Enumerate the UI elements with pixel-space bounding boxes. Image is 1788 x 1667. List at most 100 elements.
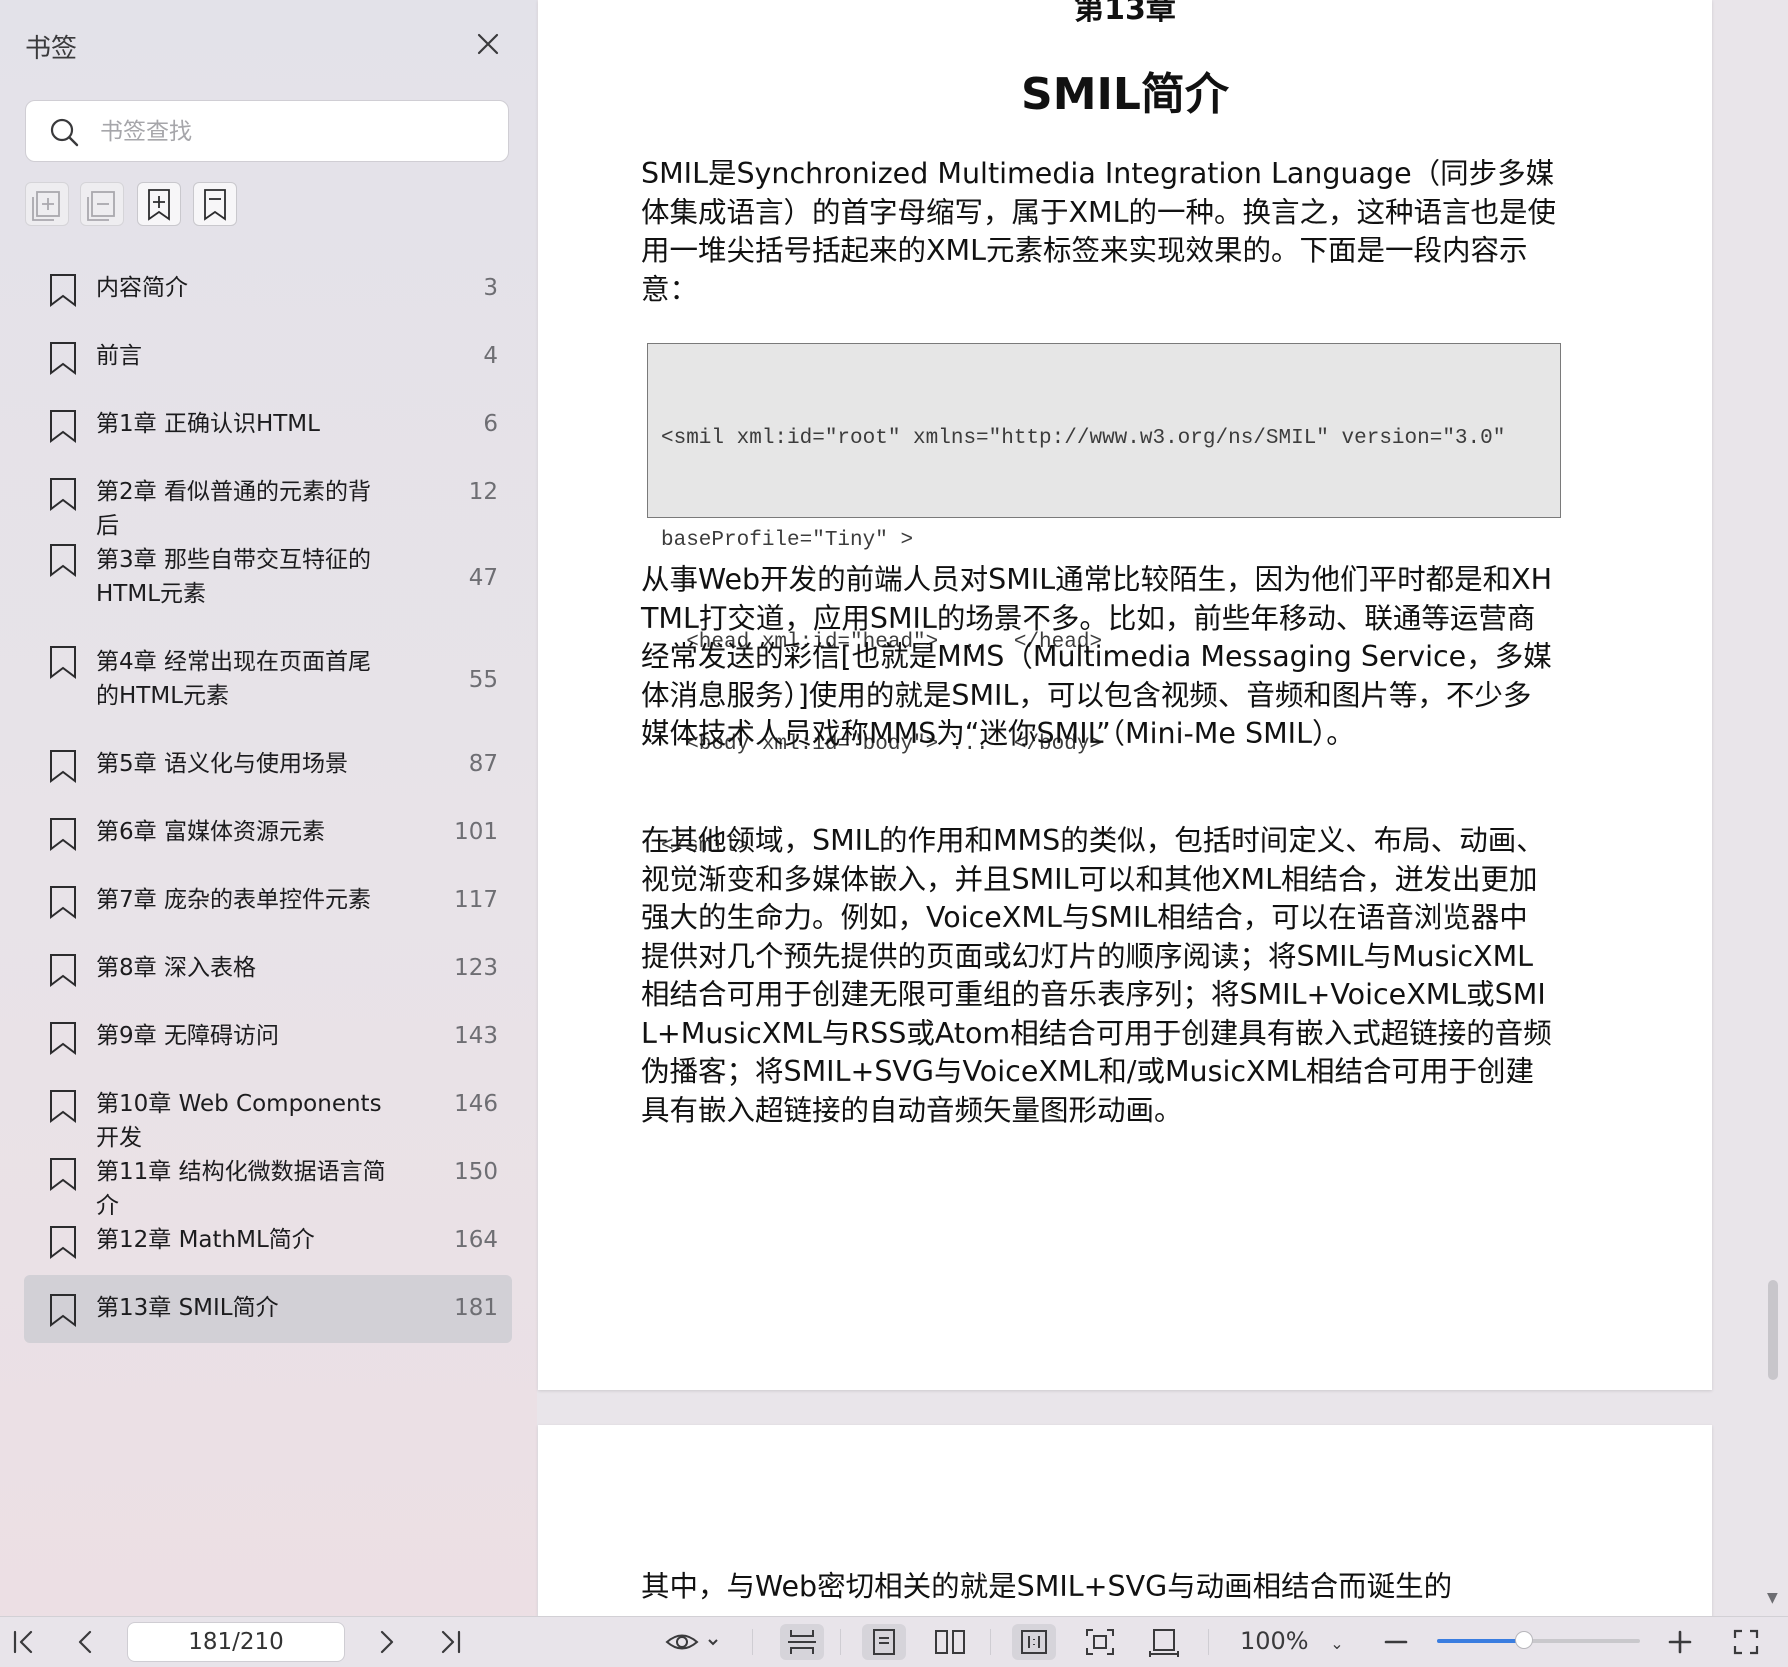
plus-icon	[1668, 1630, 1692, 1654]
bookmark-icon	[50, 646, 76, 679]
paragraph: 从事Web开发的前端人员对SMIL通常比较陌生，因为他们平时都是和XHTML打交…	[641, 563, 1553, 750]
bookmark-label: 内容简介	[96, 275, 188, 301]
bookmark-item[interactable]: 第6章 富媒体资源元素 101	[24, 799, 512, 867]
bookmark-item-active[interactable]: 第13章 SMIL简介 181	[24, 1275, 512, 1343]
bookmark-label: 第5章 语义化与使用场景	[96, 751, 348, 777]
bookmark-remove-icon	[204, 189, 226, 221]
paragraph: 在其他领域，SMIL的作用和MMS的类似，包括时间定义、布局、动画、视觉渐变和多…	[641, 824, 1552, 1127]
bookmark-label: 第13章 SMIL简介	[96, 1295, 279, 1321]
toolbar-divider	[990, 1629, 991, 1655]
bookmark-icon	[50, 274, 76, 307]
zoom-in-button[interactable]	[1662, 1624, 1698, 1660]
bookmark-item[interactable]: 第9章 无障碍访问 143	[24, 1003, 512, 1071]
bookmark-icon	[50, 544, 76, 577]
minus-icon	[1384, 1640, 1408, 1644]
bookmark-icon	[50, 750, 76, 783]
fit-page-button[interactable]	[1078, 1624, 1122, 1660]
bookmark-item[interactable]: 第2章 看似普通的元素的背后 12	[24, 459, 512, 539]
bookmark-page-number: 87	[468, 751, 498, 777]
eye-icon	[665, 1634, 718, 1650]
bookmark-page-number: 150	[454, 1159, 498, 1185]
bookmark-page-number: 6	[483, 411, 498, 437]
bookmark-page-number: 47	[468, 565, 498, 591]
actual-size-button[interactable]	[1012, 1624, 1056, 1660]
bookmark-page-number: 143	[454, 1023, 498, 1049]
bookmark-icon	[50, 954, 76, 987]
bookmark-label: 第7章 庞杂的表单控件元素	[96, 887, 371, 913]
bookmark-icon	[50, 478, 76, 511]
zoom-out-button[interactable]	[1378, 1624, 1414, 1660]
code-block: <smil xml:id="root" xmlns="http://www.w3…	[647, 343, 1561, 858]
paragraph: SMIL是Synchronized Multimedia Integration…	[641, 157, 1556, 306]
document-page: 第13章 SMIL简介 SMIL是Synchronized Multimedia…	[538, 0, 1712, 1390]
bookmark-label: 第12章 MathML简介	[96, 1227, 315, 1253]
page-number-input[interactable]	[127, 1622, 345, 1662]
bookmark-page-number: 101	[454, 819, 498, 845]
bookmark-item[interactable]: 前言 4	[24, 323, 512, 391]
actual-size-icon	[1021, 1630, 1047, 1654]
zoom-slider-fill	[1437, 1639, 1525, 1643]
close-icon	[477, 33, 499, 55]
last-page-button[interactable]	[432, 1624, 468, 1660]
expand-all-button[interactable]	[25, 182, 69, 226]
bookmark-search-input[interactable]	[98, 111, 492, 153]
code-line: <smil xml:id="root" xmlns="http://www.w3…	[661, 427, 1506, 450]
bookmark-label: 前言	[96, 343, 142, 369]
bookmark-icon	[50, 410, 76, 443]
view-mode-dropdown[interactable]	[664, 1624, 724, 1660]
fit-page-icon	[1086, 1629, 1114, 1655]
previous-page-button[interactable]	[68, 1624, 104, 1660]
bookmark-item[interactable]: 第4章 经常出现在页面首尾的HTML元素 55	[24, 629, 512, 731]
chevron-left-icon	[78, 1630, 92, 1654]
zoom-slider-handle[interactable]	[1515, 1631, 1534, 1649]
toolbar-divider	[752, 1629, 753, 1655]
bookmark-sidebar: 书签 书签查找 内容简介 3 前言 4 第1章 正确认识HTML 6 第2章 看…	[0, 0, 537, 1616]
close-sidebar-button[interactable]	[470, 26, 506, 62]
bookmark-item[interactable]: 第1章 正确认识HTML 6	[24, 391, 512, 459]
search-icon	[50, 118, 79, 147]
add-bookmark-button[interactable]	[137, 182, 181, 226]
bookmark-label: 第8章 深入表格	[96, 955, 256, 981]
bookmark-search-box[interactable]	[25, 100, 509, 162]
bookmark-item[interactable]: 第10章 Web Components开发 146	[24, 1071, 512, 1151]
bookmark-item[interactable]: 第7章 庞杂的表单控件元素 117	[24, 867, 512, 935]
bookmark-item[interactable]: 第11章 结构化微数据语言简介 150	[24, 1139, 512, 1219]
fit-width-button[interactable]	[1142, 1624, 1186, 1660]
bookmark-label: 第9章 无障碍访问	[96, 1023, 279, 1049]
bookmark-page-number: 146	[454, 1091, 498, 1117]
two-page-button[interactable]	[928, 1624, 972, 1660]
chevron-down-icon: ⌄	[1330, 1634, 1344, 1653]
chapter-title: SMIL简介	[1021, 69, 1229, 120]
bookmark-label: 第6章 富媒体资源元素	[96, 819, 325, 845]
code-line: baseProfile="Tiny" >	[661, 529, 914, 552]
scroll-down-arrow-icon[interactable]: ▼	[1767, 1590, 1778, 1606]
zoom-level-value: 100%	[1240, 1627, 1309, 1655]
bookmark-page-number: 123	[454, 955, 498, 981]
bookmark-page-number: 117	[454, 887, 498, 913]
bookmark-item[interactable]: 第5章 语义化与使用场景 87	[24, 731, 512, 799]
bookmark-add-icon	[148, 189, 170, 221]
bookmark-label: 第4章 经常出现在页面首尾的HTML元素	[96, 649, 371, 709]
bookmark-item[interactable]: 第12章 MathML简介 164	[24, 1207, 512, 1275]
continuous-scroll-icon	[788, 1630, 816, 1654]
fullscreen-button[interactable]	[1728, 1624, 1764, 1660]
bookmark-page-number: 164	[454, 1227, 498, 1253]
next-page-button[interactable]	[368, 1624, 404, 1660]
first-page-button[interactable]	[6, 1624, 42, 1660]
chevron-right-icon	[380, 1630, 394, 1654]
continuous-scroll-button[interactable]	[780, 1624, 824, 1660]
document-scrollbar[interactable]	[1768, 1280, 1778, 1380]
single-page-icon	[873, 1629, 895, 1655]
bookmark-icon	[50, 342, 76, 375]
single-page-button[interactable]	[862, 1624, 906, 1660]
bookmark-item[interactable]: 第8章 深入表格 123	[24, 935, 512, 1003]
remove-bookmark-button[interactable]	[193, 182, 237, 226]
document-page-next: 其中，与Web密切相关的就是SMIL+SVG与动画相结合而诞生的	[538, 1425, 1712, 1625]
bookmark-item[interactable]: 第3章 那些自带交互特征的HTML元素 47	[24, 527, 512, 629]
bookmark-label: 第1章 正确认识HTML	[96, 411, 320, 437]
bookmark-item[interactable]: 内容简介 3	[24, 255, 512, 323]
zoom-level-dropdown[interactable]: 100% ⌄	[1240, 1627, 1344, 1655]
sidebar-title: 书签	[25, 34, 78, 64]
zoom-slider[interactable]	[1437, 1631, 1640, 1649]
collapse-all-button[interactable]	[80, 182, 124, 226]
